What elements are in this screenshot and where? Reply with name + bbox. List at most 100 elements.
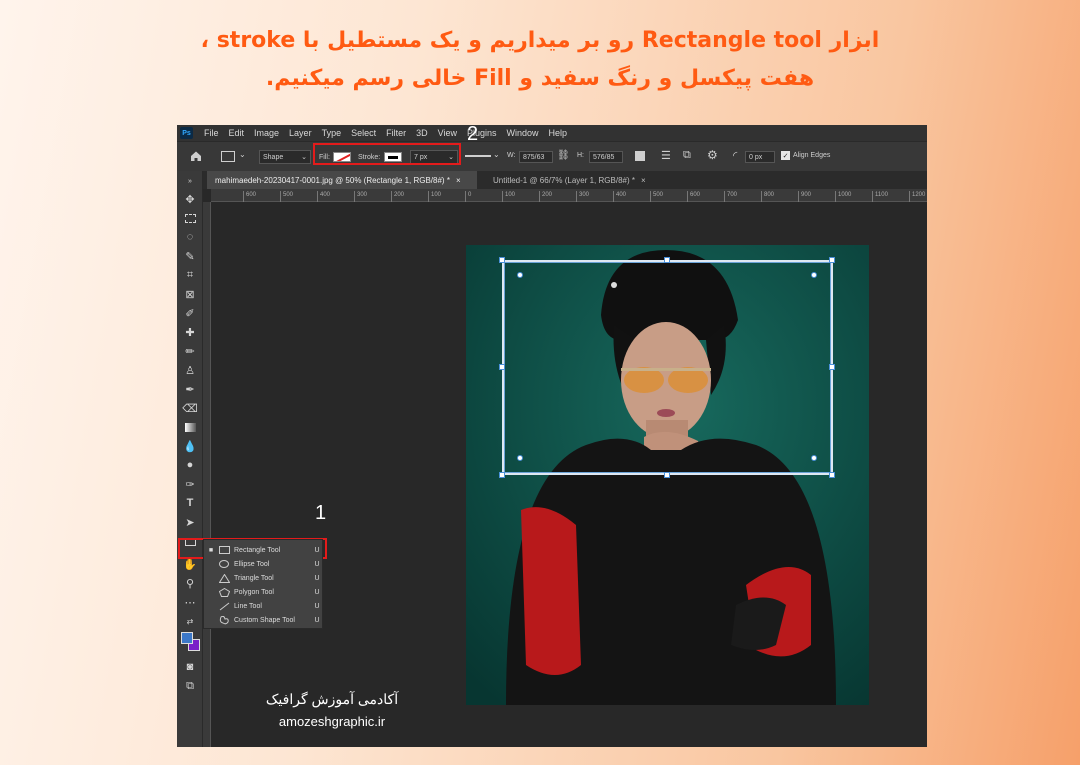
shape-tools-flyout: ■ Rectangle Tool U Ellipse Tool U Triang…: [203, 539, 323, 629]
eyedropper-tool-icon[interactable]: ✐: [182, 305, 198, 321]
collapse-panel-icon[interactable]: »: [182, 173, 198, 189]
close-icon[interactable]: ×: [456, 176, 461, 185]
photoshop-window: Ps File Edit Image Layer Type Select Fil…: [177, 125, 927, 747]
transform-handle[interactable]: [829, 472, 835, 478]
path-operations-icon[interactable]: [635, 151, 645, 161]
width-input[interactable]: 875/63: [519, 151, 553, 163]
ruler-tick: 700: [724, 191, 737, 202]
flyout-item-custom-shape-tool[interactable]: Custom Shape Tool U: [204, 613, 324, 627]
tab-label: Untitled-1 @ 66/7% (Layer 1, RGB/8#) *: [493, 175, 635, 185]
history-brush-tool-icon[interactable]: ✒: [182, 381, 198, 397]
height-input[interactable]: 576/85: [589, 151, 623, 163]
corner-radius-input[interactable]: 0 px: [745, 151, 775, 163]
path-selection-tool-icon[interactable]: ➤: [182, 514, 198, 530]
lasso-tool-icon[interactable]: ◌: [182, 229, 198, 245]
menu-help[interactable]: Help: [544, 128, 573, 138]
link-icon[interactable]: ⛓: [557, 150, 570, 161]
flyout-item-shortcut: U: [314, 588, 320, 596]
corner-radius-handle[interactable]: [517, 272, 523, 278]
flyout-item-line-tool[interactable]: Line Tool U: [204, 599, 324, 613]
pen-tool-icon[interactable]: ✑: [182, 476, 198, 492]
healing-brush-tool-icon[interactable]: ✚: [182, 324, 198, 340]
flyout-item-label: Ellipse Tool: [234, 560, 270, 568]
caption: ابزار Rectangle tool رو بر میداریم و یک …: [0, 22, 1080, 98]
flyout-item-ellipse-tool[interactable]: Ellipse Tool U: [204, 557, 324, 571]
chevron-down-icon[interactable]: ⌄: [239, 150, 246, 159]
ps-logo: Ps: [180, 127, 193, 139]
gear-icon[interactable]: ⚙: [707, 148, 718, 162]
ruler-tick: 800: [761, 191, 774, 202]
menu-3d[interactable]: 3D: [411, 128, 433, 138]
close-icon[interactable]: ×: [641, 176, 646, 185]
brush-tool-icon[interactable]: ✏: [182, 343, 198, 359]
tab-document-1[interactable]: mahimaedeh-20230417-0001.jpg @ 50% (Rect…: [207, 171, 477, 189]
marquee-tool-icon[interactable]: [182, 210, 198, 226]
quick-selection-tool-icon[interactable]: ✎: [182, 248, 198, 264]
stroke-type-icon[interactable]: [465, 155, 491, 157]
transform-handle[interactable]: [499, 472, 505, 478]
flyout-item-triangle-tool[interactable]: Triangle Tool U: [204, 571, 324, 585]
ruler-tick: 600: [243, 191, 256, 202]
document-tabs: mahimaedeh-20230417-0001.jpg @ 50% (Rect…: [203, 171, 927, 189]
transform-handle[interactable]: [829, 257, 835, 263]
shape-tool-preset-icon[interactable]: [221, 151, 235, 162]
more-tools-icon[interactable]: ⋯: [182, 594, 198, 610]
foreground-color-swatch[interactable]: [181, 632, 193, 644]
corner-radius-handle[interactable]: [811, 272, 817, 278]
transform-handle[interactable]: [664, 257, 670, 263]
clone-stamp-tool-icon[interactable]: ♙: [182, 362, 198, 378]
eraser-tool-icon[interactable]: ⌫: [182, 400, 198, 416]
blur-tool-icon[interactable]: 💧: [182, 438, 198, 454]
move-tool-icon[interactable]: ✥: [182, 191, 198, 207]
path-alignment-icon[interactable]: ☰: [661, 149, 671, 162]
ruler-tick: 400: [613, 191, 626, 202]
annotation-number-2: 2: [467, 125, 479, 145]
menu-select[interactable]: Select: [346, 128, 381, 138]
zoom-tool-icon[interactable]: ⚲: [182, 575, 198, 591]
transform-handle[interactable]: [829, 364, 835, 370]
menu-file[interactable]: File: [199, 128, 224, 138]
annotation-box-fill-stroke: [313, 143, 461, 165]
ruler-tick: 900: [798, 191, 811, 202]
menu-image[interactable]: Image: [249, 128, 284, 138]
ruler-tick: 500: [280, 191, 293, 202]
chevron-down-icon[interactable]: ⌄: [493, 150, 500, 159]
gradient-tool-icon[interactable]: [182, 419, 198, 435]
path-arrangement-icon[interactable]: ⧉: [683, 149, 691, 162]
dodge-tool-icon[interactable]: ●: [182, 457, 198, 473]
menu-filter[interactable]: Filter: [381, 128, 411, 138]
flyout-item-rectangle-tool[interactable]: ■ Rectangle Tool U: [204, 543, 324, 557]
align-edges-control[interactable]: ✓ Align Edges: [781, 151, 830, 160]
checkbox-checked-icon[interactable]: ✓: [781, 151, 790, 160]
transform-handle[interactable]: [499, 257, 505, 263]
swap-colors-icon[interactable]: ⇄: [182, 613, 198, 629]
crop-tool-icon[interactable]: ⌗: [182, 267, 198, 283]
ruler-tick: 1100: [872, 191, 888, 202]
ruler-tick: 300: [354, 191, 367, 202]
menu-layer[interactable]: Layer: [284, 128, 317, 138]
menu-type[interactable]: Type: [317, 128, 347, 138]
tool-mode-select[interactable]: Shape ⌄: [259, 150, 311, 164]
flyout-item-polygon-tool[interactable]: Polygon Tool U: [204, 585, 324, 599]
menu-view[interactable]: View: [433, 128, 462, 138]
flyout-item-shortcut: U: [314, 546, 320, 554]
corner-radius-handle[interactable]: [811, 455, 817, 461]
tab-document-2[interactable]: Untitled-1 @ 66/7% (Layer 1, RGB/8#) * ×: [485, 171, 685, 189]
ruler-tick: 100: [428, 191, 441, 202]
rectangle-icon: [218, 546, 230, 555]
screen-mode-icon[interactable]: ⧉: [182, 678, 198, 694]
transform-handle[interactable]: [499, 364, 505, 370]
type-tool-icon[interactable]: T: [182, 495, 198, 511]
quick-mask-icon[interactable]: ◙: [182, 659, 198, 675]
document-canvas[interactable]: [466, 245, 869, 705]
corner-radius-value: 0 px: [749, 153, 763, 161]
ruler-tick: 0: [465, 191, 471, 202]
menu-edit[interactable]: Edit: [224, 128, 250, 138]
chevron-down-icon: ⌄: [301, 154, 307, 161]
rectangle-shape-bounding-box[interactable]: [502, 260, 833, 475]
menu-window[interactable]: Window: [502, 128, 544, 138]
corner-radius-handle[interactable]: [517, 455, 523, 461]
frame-tool-icon[interactable]: ⊠: [182, 286, 198, 302]
transform-handle[interactable]: [664, 472, 670, 478]
home-icon[interactable]: [189, 149, 203, 165]
